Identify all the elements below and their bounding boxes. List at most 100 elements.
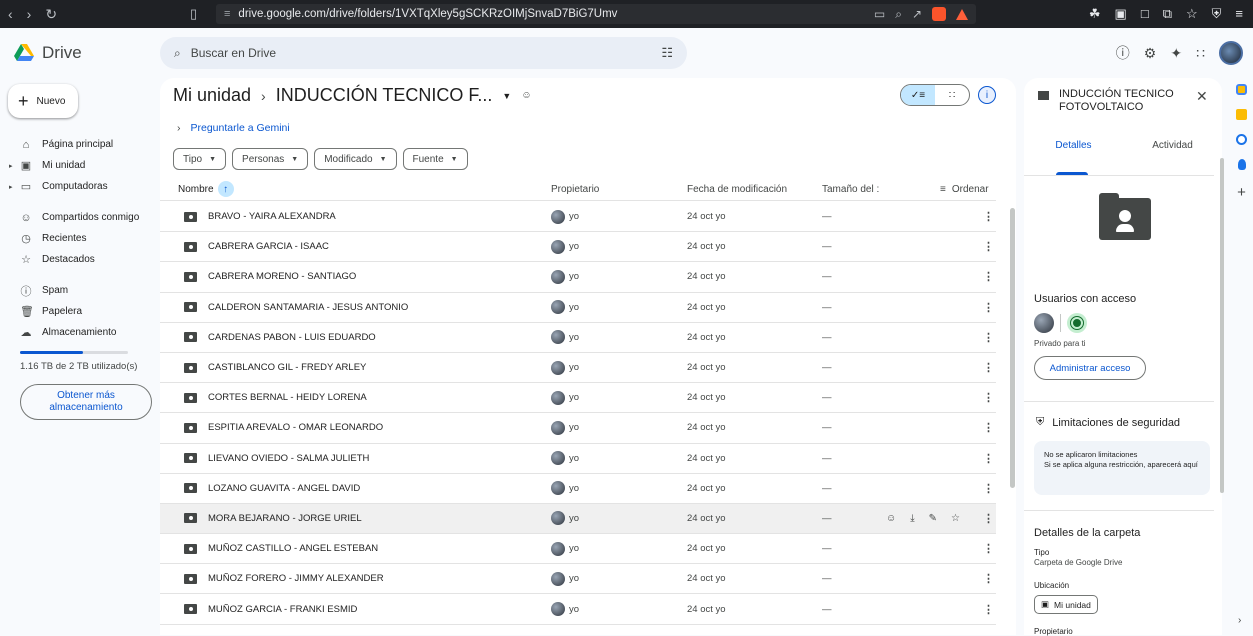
reader-icon[interactable]: ▣: [1115, 6, 1127, 22]
file-name[interactable]: CABRERA MORENO - SANTIAGO: [208, 271, 356, 282]
access-users[interactable]: [1034, 313, 1087, 333]
breadcrumb-root[interactable]: Mi unidad: [173, 85, 251, 106]
tab-details[interactable]: Detalles: [1024, 140, 1123, 161]
info-icon[interactable]: i: [978, 86, 996, 104]
menu-icon[interactable]: ≡: [1235, 6, 1243, 22]
cast-icon[interactable]: ▭: [874, 7, 885, 21]
file-name[interactable]: ESPITIA AREVALO - OMAR LEONARDO: [208, 422, 383, 433]
sidebar-item-home[interactable]: ⌂ Página principal: [0, 134, 160, 155]
search-options-icon[interactable]: ☷: [661, 45, 673, 61]
close-icon[interactable]: ✕: [1196, 88, 1208, 105]
gemini-prompt[interactable]: › Preguntarle a Gemini: [177, 122, 290, 134]
share-icon[interactable]: ↗: [912, 7, 922, 21]
sidebar-item-shared[interactable]: ☺ Compartidos conmigo: [0, 207, 160, 228]
apps-grid-icon[interactable]: ∷: [1196, 45, 1205, 62]
sidebar-toggle-icon[interactable]: □: [1141, 6, 1149, 22]
scrollbar[interactable]: [1010, 208, 1015, 488]
file-name[interactable]: CABRERA GARCIA - ISAAC: [208, 241, 329, 252]
file-name[interactable]: LOZANO GUAVITA - ANGEL DAVID: [208, 483, 360, 494]
more-actions-icon[interactable]: ⋮: [983, 301, 994, 314]
new-button[interactable]: + Nuevo: [8, 84, 78, 118]
more-actions-icon[interactable]: ⋮: [983, 542, 994, 555]
table-row[interactable]: CORTES BERNAL - HEIDY LORENA yo 24 oct yo —…: [160, 383, 996, 414]
help-icon[interactable]: ⓘ: [1116, 43, 1130, 63]
table-row[interactable]: LOZANO GUAVITA - ANGEL DAVID yo 24 oct yo —…: [160, 474, 996, 504]
file-name[interactable]: MUÑOZ CASTILLO - ANGEL ESTEBAN: [208, 543, 378, 554]
filter-type[interactable]: Tipo ▼: [173, 148, 227, 170]
star-icon[interactable]: ☆: [951, 513, 960, 524]
column-name[interactable]: Nombre ↑: [178, 181, 234, 197]
download-icon[interactable]: ⤓: [910, 513, 914, 524]
tab-activity[interactable]: Actividad: [1123, 140, 1222, 161]
column-modified[interactable]: Fecha de modificación: [687, 184, 787, 195]
table-row[interactable]: CASTIBLANCO GIL - FREDY ARLEY yo 24 oct yo…: [160, 353, 996, 384]
site-settings-icon[interactable]: ≡: [224, 8, 230, 20]
extensions-icon[interactable]: ☘: [1089, 6, 1101, 22]
calendar-icon[interactable]: [1236, 84, 1247, 95]
add-app-icon[interactable]: +: [1237, 184, 1246, 201]
more-actions-icon[interactable]: ⋮: [983, 512, 994, 525]
bookmark-icon[interactable]: ▯: [190, 6, 208, 22]
more-actions-icon[interactable]: ⋮: [983, 361, 994, 374]
drive-logo[interactable]: Drive: [0, 43, 160, 63]
file-name[interactable]: MUÑOZ FORERO - JIMMY ALEXANDER: [208, 573, 384, 584]
table-row[interactable]: MUÑOZ FORERO - JIMMY ALEXANDER yo 24 oct y…: [160, 564, 996, 595]
brave-rewards-icon[interactable]: [956, 8, 968, 20]
more-actions-icon[interactable]: ⋮: [983, 452, 994, 465]
search-icon[interactable]: ⌕: [174, 46, 181, 61]
filter-people[interactable]: Personas ▼: [232, 148, 309, 170]
sidebar-item-recent[interactable]: ◷ Recientes: [0, 228, 160, 249]
sidebar-item-my-drive[interactable]: ▸ ▣ Mi unidad: [0, 155, 160, 176]
location-chip[interactable]: ▣ Mi unidad: [1034, 595, 1098, 614]
file-name[interactable]: CORTES BERNAL - HEIDY LORENA: [208, 392, 367, 403]
more-actions-icon[interactable]: ⋮: [983, 482, 994, 495]
table-row[interactable]: MUÑOZ CASTILLO - ANGEL ESTEBAN yo 24 oct y…: [160, 534, 996, 565]
account-avatar[interactable]: [1219, 41, 1243, 65]
panel-scrollbar[interactable]: [1220, 158, 1224, 493]
more-actions-icon[interactable]: ⋮: [983, 270, 994, 283]
sidebar-item-trash[interactable]: 🗑 Papelera: [0, 301, 160, 322]
expand-caret-icon[interactable]: ▸: [9, 183, 13, 191]
table-row[interactable]: CABRERA MORENO - SANTIAGO yo 24 oct yo — ⋮: [160, 262, 996, 293]
sidebar-item-spam[interactable]: ⓘ Spam: [0, 280, 160, 301]
table-row[interactable]: MORA BEJARANO - JORGE URIEL yo 24 oct yo — ☺…: [160, 503, 996, 535]
share-icon[interactable]: ☺: [886, 513, 896, 524]
file-name[interactable]: LIEVANO OVIEDO - SALMA JULIETH: [208, 453, 369, 464]
manage-access-button[interactable]: Administrar acceso: [1034, 356, 1146, 380]
more-actions-icon[interactable]: ⋮: [983, 572, 994, 585]
gemini-icon[interactable]: ✦: [1170, 45, 1182, 62]
breadcrumb-current[interactable]: INDUCCIÓN TECNICO F...: [276, 85, 493, 106]
chevron-down-icon[interactable]: ▼: [502, 91, 511, 101]
file-name[interactable]: BRAVO - YAIRA ALEXANDRA: [208, 211, 336, 222]
vpn-icon[interactable]: ⛨: [1212, 6, 1222, 22]
keep-icon[interactable]: [1236, 109, 1247, 120]
sidebar-item-starred[interactable]: ☆ Destacados: [0, 249, 160, 270]
filter-modified[interactable]: Modificado ▼: [314, 148, 397, 170]
column-size[interactable]: Tamaño del :: [822, 184, 879, 195]
tabs-icon[interactable]: ⧉: [1163, 6, 1172, 22]
grid-view-icon[interactable]: ∷: [935, 85, 969, 105]
brave-shields-icon[interactable]: [932, 7, 946, 21]
more-actions-icon[interactable]: ⋮: [983, 603, 994, 616]
more-actions-icon[interactable]: ⋮: [983, 421, 994, 434]
search-input[interactable]: ⌕ Buscar en Drive ☷: [160, 37, 687, 69]
file-name[interactable]: CARDENAS PABON - LUIS EDUARDO: [208, 332, 376, 343]
reload-icon[interactable]: ↻: [45, 6, 57, 23]
table-row[interactable]: CARDENAS PABON - LUIS EDUARDO yo 24 oct yo…: [160, 323, 996, 353]
expand-caret-icon[interactable]: ▸: [9, 162, 13, 170]
contacts-icon[interactable]: [1237, 159, 1246, 170]
rename-icon[interactable]: ✎: [929, 513, 937, 524]
bookmarks-icon[interactable]: ☆: [1186, 6, 1198, 22]
settings-icon[interactable]: ⚙: [1144, 45, 1157, 62]
chevron-right-icon[interactable]: ›: [1238, 615, 1241, 626]
more-actions-icon[interactable]: ⋮: [983, 210, 994, 223]
sidebar-item-computers[interactable]: ▸ ▭ Computadoras: [0, 176, 160, 197]
table-row[interactable]: MUÑOZ GARCIA - FRANKI ESMID yo 24 oct yo — ⋮: [160, 594, 996, 625]
table-row[interactable]: LIEVANO OVIEDO - SALMA JULIETH yo 24 oct y…: [160, 444, 996, 474]
table-row[interactable]: ESPITIA AREVALO - OMAR LEONARDO yo 24 oct …: [160, 413, 996, 444]
forward-icon[interactable]: ›: [27, 6, 32, 23]
filter-source[interactable]: Fuente ▼: [402, 148, 468, 170]
sort-arrow-up-icon[interactable]: ↑: [217, 181, 234, 197]
sort-button[interactable]: ≡ Ordenar: [940, 184, 989, 195]
list-view-icon[interactable]: ✓≡: [901, 85, 935, 105]
